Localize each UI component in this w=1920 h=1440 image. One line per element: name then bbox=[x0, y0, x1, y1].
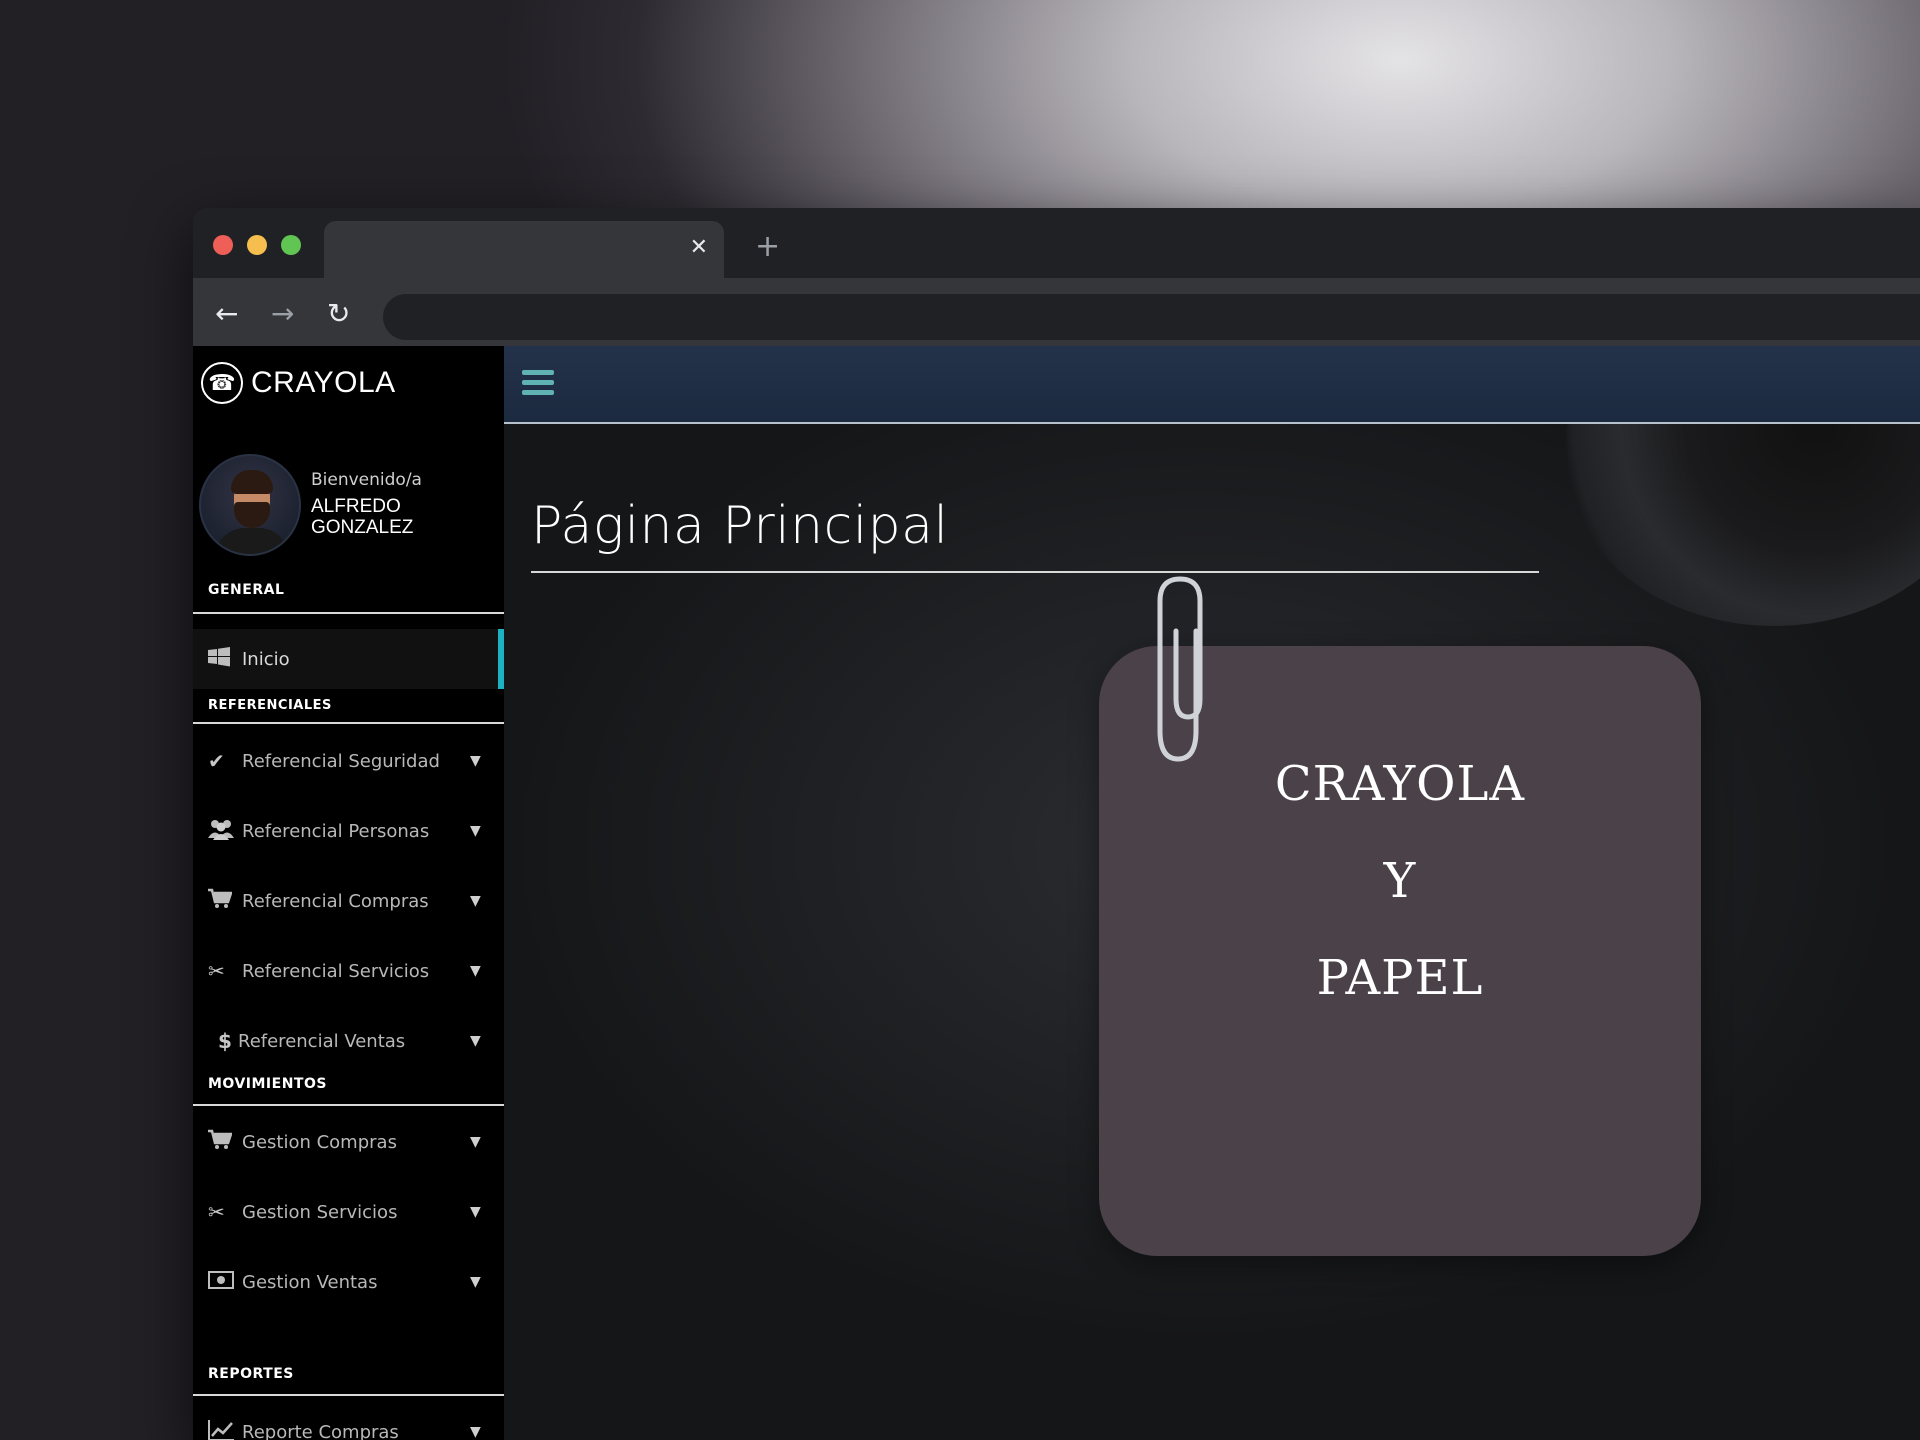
sidebar-item-gestion-ventas[interactable]: Gestion Ventas ▼ bbox=[193, 1252, 504, 1312]
card-line-3: PAPEL bbox=[1316, 950, 1484, 1006]
welcome-text: Bienvenido/a bbox=[311, 470, 422, 490]
close-tab-icon[interactable]: ✕ bbox=[690, 235, 708, 261]
forward-arrow-icon[interactable]: → bbox=[271, 296, 294, 332]
chevron-down-icon: ▼ bbox=[470, 823, 481, 839]
chevron-down-icon: ▼ bbox=[470, 1274, 481, 1290]
sidebar-item-label: Inicio bbox=[242, 648, 290, 670]
maximize-window-button[interactable] bbox=[281, 235, 301, 255]
sidebar-item-label: Gestion Compras bbox=[242, 1131, 397, 1153]
money-icon bbox=[208, 1270, 242, 1294]
sidebar-item-referencial-ventas[interactable]: $ Referencial Ventas ▼ bbox=[193, 1011, 504, 1071]
hamburger-menu-icon[interactable] bbox=[522, 370, 554, 400]
user-name: ALFREDO GONZALEZ bbox=[311, 496, 414, 538]
minimize-window-button[interactable] bbox=[247, 235, 267, 255]
reload-icon[interactable]: ↻ bbox=[327, 296, 350, 332]
windows-icon bbox=[208, 646, 242, 672]
address-bar[interactable] bbox=[383, 294, 1920, 340]
scissors-icon: ✂ bbox=[208, 959, 225, 983]
sidebar-item-label: Referencial Seguridad bbox=[242, 750, 440, 772]
chevron-down-icon: ▼ bbox=[470, 1134, 481, 1150]
card-line-2: Y bbox=[1383, 853, 1417, 909]
sidebar-item-label: Referencial Ventas bbox=[238, 1030, 406, 1052]
phone-icon: ☎ bbox=[201, 362, 243, 404]
section-reportes: REPORTES bbox=[193, 1366, 504, 1396]
sidebar-item-referencial-servicios[interactable]: ✂ Referencial Servicios ▼ bbox=[193, 941, 504, 1001]
tab-bar: ✕ + bbox=[193, 208, 1920, 278]
sidebar-item-label: Gestion Servicios bbox=[242, 1201, 398, 1223]
chevron-down-icon: ▼ bbox=[470, 1424, 481, 1440]
app-container: ☎ CRAYOLA Bienvenido/a ALFREDO GONZALEZ … bbox=[193, 346, 1920, 1440]
sidebar-item-label: Referencial Servicios bbox=[242, 960, 430, 982]
cart-icon bbox=[208, 1129, 242, 1156]
sidebar-item-gestion-compras[interactable]: Gestion Compras ▼ bbox=[193, 1112, 504, 1172]
new-tab-button[interactable]: + bbox=[755, 232, 780, 262]
sidebar-item-referencial-seguridad[interactable]: ✔ Referencial Seguridad ▼ bbox=[193, 731, 504, 791]
check-icon: ✔ bbox=[208, 749, 225, 773]
section-general: GENERAL bbox=[193, 582, 504, 614]
sidebar: ☎ CRAYOLA Bienvenido/a ALFREDO GONZALEZ … bbox=[193, 346, 504, 1440]
section-referenciales: REFERENCIALES bbox=[193, 698, 504, 724]
close-window-button[interactable] bbox=[213, 235, 233, 255]
browser-window: ✕ + ← → ↻ ☎ CRAYOLA Bienvenido/a ALFREDO… bbox=[193, 208, 1920, 1440]
sidebar-item-label: Gestion Ventas bbox=[242, 1271, 378, 1293]
sidebar-item-label: Referencial Compras bbox=[242, 890, 429, 912]
chevron-down-icon: ▼ bbox=[470, 1033, 481, 1049]
brand-name: CRAYOLA bbox=[251, 366, 396, 399]
back-arrow-icon[interactable]: ← bbox=[215, 296, 238, 332]
main-content: Página Principal CRAYOLA Y PAPEL bbox=[504, 346, 1920, 1440]
users-icon bbox=[208, 818, 242, 845]
sidebar-item-referencial-compras[interactable]: Referencial Compras ▼ bbox=[193, 871, 504, 931]
chevron-down-icon: ▼ bbox=[470, 893, 481, 909]
window-controls bbox=[213, 235, 301, 255]
sidebar-item-inicio[interactable]: Inicio bbox=[193, 629, 504, 689]
chevron-down-icon: ▼ bbox=[470, 1204, 481, 1220]
sidebar-item-label: Reporte Compras bbox=[242, 1421, 399, 1440]
avatar bbox=[199, 454, 301, 556]
sidebar-item-gestion-servicios[interactable]: ✂ Gestion Servicios ▼ bbox=[193, 1182, 504, 1242]
sidebar-item-label: Referencial Personas bbox=[242, 820, 430, 842]
sidebar-item-referencial-personas[interactable]: Referencial Personas ▼ bbox=[193, 801, 504, 861]
browser-tab[interactable]: ✕ bbox=[324, 221, 724, 278]
line-chart-icon bbox=[208, 1419, 242, 1440]
title-divider bbox=[531, 571, 1539, 573]
chevron-down-icon: ▼ bbox=[470, 753, 481, 769]
chevron-down-icon: ▼ bbox=[470, 963, 481, 979]
scissors-icon: ✂ bbox=[208, 1200, 225, 1224]
dollar-icon: $ bbox=[218, 1029, 232, 1053]
section-movimientos: MOVIMIENTOS bbox=[193, 1076, 504, 1106]
brand[interactable]: ☎ CRAYOLA bbox=[201, 362, 396, 404]
page-title: Página Principal bbox=[531, 496, 949, 556]
sidebar-item-reporte-compras[interactable]: Reporte Compras ▼ bbox=[193, 1402, 504, 1440]
top-navbar bbox=[504, 346, 1920, 424]
cart-icon bbox=[208, 888, 242, 915]
paperclip-icon bbox=[1157, 576, 1203, 762]
browser-toolbar: ← → ↻ bbox=[193, 278, 1920, 354]
